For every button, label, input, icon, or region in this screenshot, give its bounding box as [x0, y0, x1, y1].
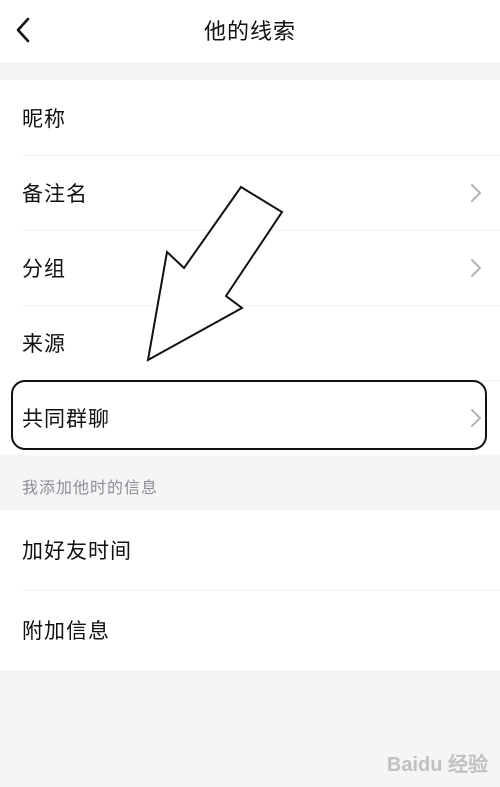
page-title: 他的线索 [203, 20, 296, 45]
row-common-groups[interactable]: 共同群聊 [0, 380, 500, 455]
row-label: 分组 [22, 256, 66, 281]
row-additional-info[interactable]: 附加信息 [0, 590, 500, 670]
row-nickname[interactable]: 昵称 [0, 80, 500, 155]
section-caption: 我添加他时的信息 [22, 478, 159, 497]
row-label: 昵称 [22, 106, 66, 131]
chevron-right-icon [471, 258, 481, 277]
row-add-friend-time[interactable]: 加好友时间 [0, 510, 500, 590]
row-source[interactable]: 来源 [0, 305, 500, 380]
row-label: 加好友时间 [22, 539, 132, 563]
row-label: 附加信息 [22, 619, 110, 643]
row-label: 备注名 [22, 181, 88, 206]
row-label: 共同群聊 [22, 406, 110, 431]
row-label: 来源 [22, 331, 66, 356]
chevron-right-icon [471, 183, 481, 202]
clue-list: 昵称 备注名 分组 来源 共同群聊 [0, 80, 500, 455]
top-nav-bar: 他的线索 [0, 0, 500, 62]
watermark-logo: Baidu 经验 [387, 748, 488, 777]
row-group[interactable]: 分组 [0, 230, 500, 305]
watermark-text: Baidu 经验 [386, 754, 488, 776]
add-info-list: 加好友时间 附加信息 [0, 510, 500, 670]
chevron-right-icon [471, 408, 481, 427]
row-remark-name[interactable]: 备注名 [0, 155, 500, 230]
